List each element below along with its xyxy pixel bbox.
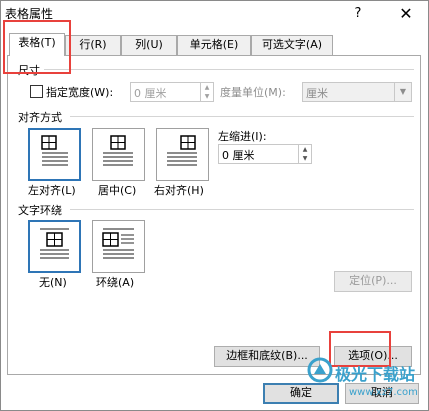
position-button[interactable]: 定位(P)...	[334, 271, 412, 292]
left-indent-label: 左缩进(I):	[218, 130, 267, 143]
text-wrap-separator	[70, 209, 414, 210]
align-center-option[interactable]	[92, 128, 145, 181]
wrap-around-icon	[102, 228, 134, 259]
width-spinner-buttons: ▲ ▼	[200, 83, 213, 101]
indent-spinner-buttons: ▲ ▼	[298, 145, 311, 163]
align-right-icon	[167, 135, 197, 166]
width-value: 0 厘米	[134, 87, 167, 100]
spin-down-icon[interactable]: ▼	[299, 154, 311, 163]
align-center-label: 居中(C)	[98, 184, 137, 197]
tab-alt-text[interactable]: 可选文字(A)	[251, 35, 333, 55]
align-left-label: 左对齐(L)	[28, 184, 76, 197]
table-properties-dialog: 表格属性 ? ✕ 表格(T) 行(R) 列(U) 单元格(E) 可选文字(A) …	[0, 0, 429, 411]
alignment-section-label: 对齐方式	[18, 111, 62, 124]
wrap-none-label: 无(N)	[39, 276, 67, 289]
watermark-url: www.xz7.com	[349, 387, 418, 398]
watermark-text: 极光下载站	[335, 365, 416, 384]
text-wrap-section-label: 文字环绕	[18, 204, 62, 217]
align-center-icon	[103, 135, 133, 166]
left-indent-spinner[interactable]: 0 厘米 ▲ ▼	[218, 144, 312, 164]
chevron-down-icon: ▼	[394, 83, 411, 101]
wrap-none-option[interactable]	[28, 220, 81, 273]
tab-table[interactable]: 表格(T)	[9, 33, 65, 56]
spin-down-icon[interactable]: ▼	[201, 92, 213, 101]
spin-up-icon[interactable]: ▲	[201, 83, 213, 92]
close-button[interactable]: ✕	[393, 3, 419, 25]
size-separator	[44, 69, 414, 70]
unit-value: 厘米	[306, 87, 328, 100]
tab-cell[interactable]: 单元格(E)	[177, 35, 251, 55]
wrap-around-option[interactable]	[92, 220, 145, 273]
borders-shading-button[interactable]: 边框和底纹(B)...	[214, 346, 320, 367]
tab-panel-table: 尺寸 指定宽度(W): 0 厘米 ▲ ▼ 度量单位(M): 厘米 ▼ 对齐方式	[7, 55, 421, 375]
tab-row[interactable]: 行(R)	[65, 35, 121, 55]
unit-label: 度量单位(M):	[220, 86, 286, 99]
alignment-separator	[70, 116, 414, 117]
unit-select[interactable]: 厘米 ▼	[302, 82, 412, 102]
specify-width-label: 指定宽度(W):	[46, 86, 114, 99]
align-left-icon	[41, 135, 68, 166]
help-button[interactable]: ?	[347, 3, 369, 25]
watermark-logo-icon	[307, 357, 333, 383]
wrap-none-icon	[40, 228, 69, 259]
align-left-option[interactable]	[28, 128, 81, 181]
specify-width-checkbox[interactable]	[30, 85, 43, 98]
tab-column[interactable]: 列(U)	[121, 35, 177, 55]
align-right-option[interactable]	[156, 128, 209, 181]
wrap-around-label: 环绕(A)	[96, 276, 135, 289]
spin-up-icon[interactable]: ▲	[299, 145, 311, 154]
width-spinner[interactable]: 0 厘米 ▲ ▼	[130, 82, 214, 102]
align-right-label: 右对齐(H)	[154, 184, 204, 197]
ok-button[interactable]: 确定	[263, 383, 339, 404]
left-indent-value: 0 厘米	[222, 149, 255, 162]
